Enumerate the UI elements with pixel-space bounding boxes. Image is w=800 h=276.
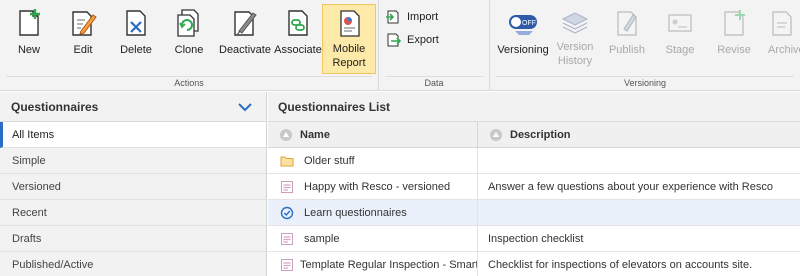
publish-icon — [617, 11, 637, 36]
chevron-down-icon[interactable] — [238, 102, 252, 112]
sidebar-title: Questionnaires — [11, 99, 99, 114]
versioning-group-label: Versioning — [623, 78, 667, 88]
versioning-toggle-icon: OFF — [509, 15, 537, 35]
row-name-cell: Happy with Resco - versioned — [268, 174, 478, 199]
publish-button[interactable]: Publish — [602, 4, 652, 72]
version-history-button[interactable]: Version History — [550, 4, 600, 72]
clone-button[interactable]: Clone — [164, 4, 214, 72]
row-description-cell — [478, 148, 800, 173]
row-name-cell: sample — [268, 226, 478, 251]
revise-button[interactable]: Revise — [709, 4, 759, 72]
data-group: Import Export Data — [379, 0, 490, 91]
new-button[interactable]: New — [4, 4, 54, 72]
table-row[interactable]: sample Inspection checklist — [268, 226, 800, 252]
sort-icon[interactable] — [490, 128, 502, 141]
versioning-toggle-button[interactable]: OFF Versioning — [494, 4, 552, 72]
questionnaires-list-panel: Questionnaires List Name Description Old… — [268, 92, 800, 276]
archive-button[interactable]: Archive — [762, 4, 800, 72]
edit-button[interactable]: Edit — [58, 4, 108, 72]
sidebar-header[interactable]: Questionnaires — [0, 92, 266, 122]
revise-icon — [724, 10, 745, 36]
grid-header: Name Description — [268, 122, 800, 148]
import-icon — [386, 10, 399, 24]
mobile-report-icon — [340, 10, 360, 37]
archive-icon — [772, 11, 792, 36]
sidebar-item-simple[interactable]: Simple — [0, 148, 266, 174]
column-header-description[interactable]: Description — [478, 122, 800, 147]
table-row[interactable]: Template Regular Inspection - Smart Chec… — [268, 252, 800, 276]
list-title: Questionnaires List — [268, 92, 800, 122]
deactivate-icon — [234, 11, 257, 36]
stage-icon — [668, 14, 692, 32]
questionnaires-sidebar: Questionnaires All Items Simple Versione… — [0, 92, 267, 276]
sidebar-item-published-active[interactable]: Published/Active — [0, 252, 266, 276]
delete-button[interactable]: Delete — [111, 4, 161, 72]
row-name-cell: Template Regular Inspection - Smart — [268, 252, 478, 276]
associate-icon — [288, 10, 308, 36]
actions-group: New Edit Delete Clone Deactivate Associa… — [0, 0, 379, 91]
versioning-group: OFF Versioning Version History Publish S… — [490, 0, 800, 91]
sort-icon[interactable] — [280, 128, 292, 141]
row-description-cell: Answer a few questions about your experi… — [488, 180, 773, 193]
table-row[interactable]: Older stuff — [268, 148, 800, 174]
form-icon — [281, 232, 293, 245]
delete-icon — [126, 10, 146, 36]
check-circle-icon — [280, 206, 294, 219]
stage-button[interactable]: Stage — [655, 4, 705, 72]
edit-icon — [72, 11, 97, 36]
deactivate-button[interactable]: Deactivate — [216, 4, 274, 72]
row-description-cell: Checklist for inspections of elevators o… — [488, 258, 753, 271]
row-name-cell: Learn questionnaires — [268, 200, 478, 225]
table-row[interactable]: Happy with Resco - versioned Answer a fe… — [268, 174, 800, 200]
sidebar-item-versioned[interactable]: Versioned — [0, 174, 266, 200]
export-button[interactable]: Export — [385, 30, 439, 50]
data-group-label: Data — [424, 78, 444, 88]
row-description-cell — [478, 200, 800, 225]
form-icon — [281, 180, 293, 193]
ribbon-toolbar: New Edit Delete Clone Deactivate Associa… — [0, 0, 800, 91]
folder-icon — [280, 156, 294, 166]
row-name-cell: Older stuff — [268, 148, 478, 173]
sidebar-item-recent[interactable]: Recent — [0, 200, 266, 226]
clone-icon — [177, 9, 199, 37]
actions-group-label: Actions — [174, 78, 204, 88]
versioning-toggle-text: OFF — [522, 20, 536, 27]
row-description-cell: Inspection checklist — [488, 232, 584, 245]
import-button[interactable]: Import — [385, 7, 438, 27]
export-icon — [387, 33, 401, 47]
new-icon — [19, 9, 40, 36]
associate-button[interactable]: Associate — [273, 4, 323, 72]
column-header-name[interactable]: Name — [268, 122, 478, 147]
version-history-icon — [561, 12, 589, 34]
sidebar-item-drafts[interactable]: Drafts — [0, 226, 266, 252]
sidebar-item-all-items[interactable]: All Items — [0, 122, 266, 148]
mobile-report-button[interactable]: Mobile Report — [322, 4, 376, 74]
table-row[interactable]: Learn questionnaires — [268, 200, 800, 226]
form-icon — [281, 258, 293, 271]
